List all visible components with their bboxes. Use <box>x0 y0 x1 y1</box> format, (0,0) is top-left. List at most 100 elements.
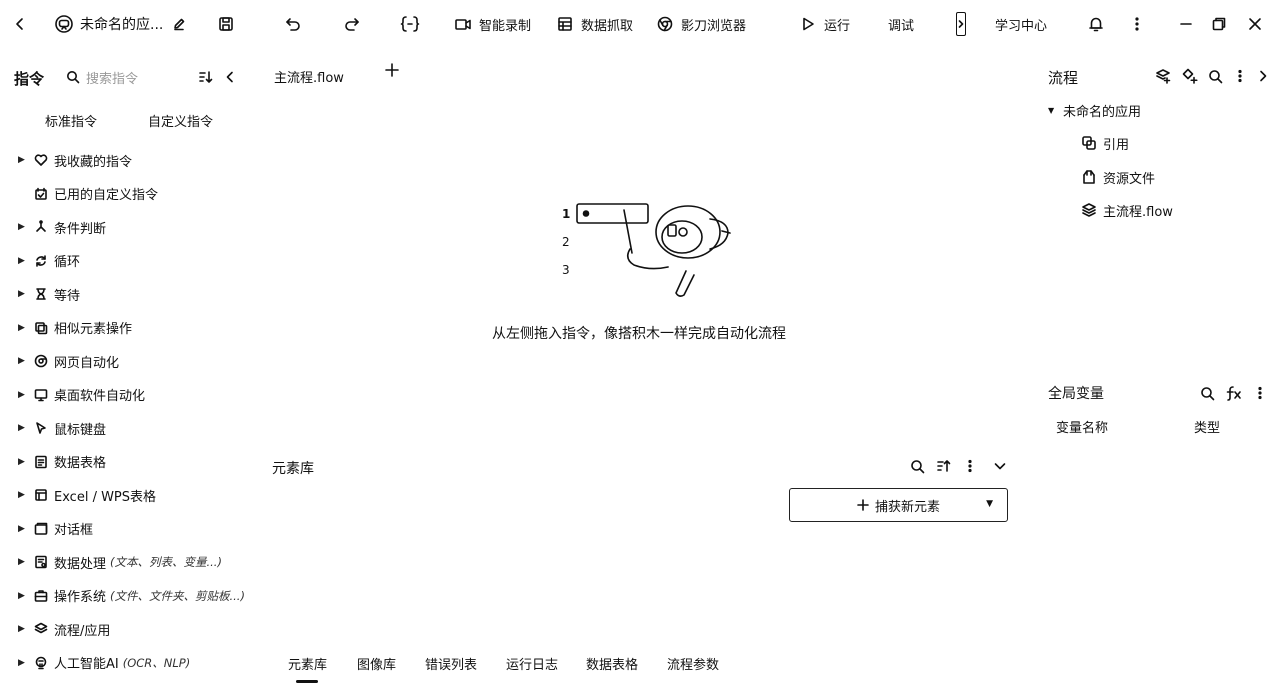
expand-caret-icon[interactable]: ▶ <box>18 256 32 266</box>
command-category-label: 对话框 <box>54 523 94 538</box>
expand-caret-icon[interactable]: ▶ <box>18 289 32 299</box>
command-category-item[interactable]: ▶ 对话框 <box>18 517 93 541</box>
command-category-item[interactable]: ▶ 网页自动化 <box>18 349 119 373</box>
element-more-button[interactable] <box>961 457 979 475</box>
table-grid-icon <box>555 14 575 34</box>
undo-button[interactable] <box>283 12 303 36</box>
tab-flow-params[interactable]: 流程参数 <box>667 654 719 673</box>
tab-error-list[interactable]: 错误列表 <box>425 654 477 673</box>
collapse-right-panel-button[interactable] <box>1254 67 1272 85</box>
command-category-label: 循环 <box>54 255 81 270</box>
expand-caret-icon[interactable]: ▶ <box>18 658 32 668</box>
command-category-item[interactable]: ▶ 数据处理 (文本、列表、变量...) <box>18 550 222 574</box>
debug-dropdown[interactable] <box>956 12 966 36</box>
expand-caret-icon[interactable]: ▶ <box>18 222 32 232</box>
tree-expand-caret[interactable]: ▼ <box>1048 106 1058 115</box>
expand-caret-icon[interactable]: ▶ <box>18 457 32 467</box>
flow-editor: 主流程.flow 1 2 3 从左侧拖入指令，像搭积木一样完成自动化流程 元素库… <box>258 56 1028 683</box>
expand-caret-icon[interactable]: ▶ <box>18 557 32 567</box>
collapse-panel-button[interactable] <box>221 68 239 86</box>
tab-data-table[interactable]: 数据表格 <box>586 654 638 673</box>
command-category-item[interactable]: ▶ 人工智能AI (OCR、NLP) <box>18 651 190 675</box>
tab-custom-commands[interactable]: 自定义指令 <box>148 111 213 130</box>
variable-button[interactable] <box>400 12 420 36</box>
flow-more-button[interactable] <box>1231 67 1249 85</box>
data-capture-button[interactable]: 数据抓取 <box>555 12 633 36</box>
sort-icon <box>198 69 214 85</box>
command-category-item[interactable]: 已用的自定义指令 <box>18 182 158 206</box>
element-search-button[interactable] <box>908 457 926 475</box>
command-category-item[interactable]: ▶ 操作系统 (文件、文件夹、剪贴板...) <box>18 584 245 608</box>
data-process-icon <box>32 553 50 571</box>
chevron-right-icon <box>1256 69 1270 83</box>
app-title: 未命名的应... <box>80 17 164 33</box>
close-window-button[interactable] <box>1245 12 1265 36</box>
command-category-label: 已用的自定义指令 <box>54 188 159 203</box>
expand-caret-icon[interactable]: ▶ <box>18 524 32 534</box>
add-variable-button[interactable] <box>1224 384 1244 402</box>
notifications-button[interactable] <box>1086 12 1106 36</box>
expand-caret-icon[interactable]: ▶ <box>18 624 32 634</box>
edit-pencil-icon[interactable] <box>169 14 189 34</box>
command-category-item[interactable]: ▶ Excel / WPS表格 <box>18 483 156 507</box>
browser-button[interactable]: 影刀浏览器 <box>655 12 746 36</box>
app-title-area[interactable]: 未命名的应... <box>54 12 189 36</box>
command-panel-title: 指令 <box>14 70 45 88</box>
caret-down-icon[interactable]: ▼ <box>986 499 993 509</box>
expand-caret-icon[interactable]: ▶ <box>18 591 32 601</box>
run-button[interactable]: 运行 <box>798 12 850 36</box>
tree-item-reference[interactable]: 引用 <box>1080 132 1129 154</box>
tab-run-log[interactable]: 运行日志 <box>506 654 558 673</box>
flow-search-button[interactable] <box>1206 67 1224 85</box>
capture-new-element-button[interactable]: 捕获新元素 ▼ <box>789 488 1008 522</box>
command-category-item[interactable]: ▶ 流程/应用 <box>18 617 110 641</box>
tree-item-resource-files[interactable]: 资源文件 <box>1080 166 1155 188</box>
sort-button[interactable] <box>197 68 215 86</box>
new-flow-button[interactable] <box>1155 67 1173 85</box>
command-search[interactable]: 搜索指令 <box>66 66 138 88</box>
collapse-bottom-panel-button[interactable] <box>991 457 1009 475</box>
command-category-item[interactable]: ▶ 鼠标键盘 <box>18 416 106 440</box>
command-search-placeholder: 搜索指令 <box>86 71 139 87</box>
expand-caret-icon[interactable]: ▶ <box>18 390 32 400</box>
variable-more-button[interactable] <box>1251 384 1269 402</box>
command-category-item[interactable]: ▶ 循环 <box>18 249 80 273</box>
tree-item-main-flow[interactable]: 主流程.flow <box>1080 199 1173 221</box>
expand-caret-icon[interactable]: ▶ <box>18 155 32 165</box>
expand-caret-icon[interactable]: ▶ <box>18 423 32 433</box>
more-menu-button[interactable] <box>1127 12 1147 36</box>
back-button[interactable] <box>10 12 30 36</box>
command-category-item[interactable]: ▶ 桌面软件自动化 <box>18 383 145 407</box>
cursor-icon <box>32 419 50 437</box>
variable-search-button[interactable] <box>1198 384 1216 402</box>
chevron-down-icon <box>993 459 1007 473</box>
expand-caret-icon[interactable]: ▶ <box>18 323 32 333</box>
tab-image-library[interactable]: 图像库 <box>357 654 396 673</box>
expand-caret-icon[interactable]: ▶ <box>18 490 32 500</box>
chevron-left-icon <box>10 14 30 34</box>
empty-flow-hint: 从左侧拖入指令，像搭积木一样完成自动化流程 <box>492 326 786 342</box>
command-category-item[interactable]: ▶ 数据表格 <box>18 450 106 474</box>
save-button[interactable] <box>216 12 236 36</box>
command-category-item[interactable]: ▶ 我收藏的指令 <box>18 148 132 172</box>
command-category-item[interactable]: ▶ 相似元素操作 <box>18 316 132 340</box>
command-category-item[interactable]: ▶ 等待 <box>18 282 80 306</box>
debug-button[interactable]: 调试 <box>888 12 914 36</box>
tab-standard-commands[interactable]: 标准指令 <box>45 111 97 130</box>
tree-app-node[interactable]: ▼ 未命名的应用 <box>1048 99 1141 121</box>
search-icon <box>1208 69 1223 84</box>
tab-element-library[interactable]: 元素库 <box>288 654 327 673</box>
element-sort-button[interactable] <box>935 457 953 475</box>
redo-button[interactable] <box>342 12 362 36</box>
tab-main-flow[interactable]: 主流程.flow <box>274 67 344 86</box>
expand-caret-icon[interactable]: ▶ <box>18 356 32 366</box>
smart-record-button[interactable]: 智能录制 <box>453 12 531 36</box>
learning-center-button[interactable]: 学习中心 <box>995 12 1047 36</box>
add-flow-button[interactable] <box>384 62 400 78</box>
minimize-button[interactable] <box>1176 12 1196 36</box>
command-category-item[interactable]: ▶ 条件判断 <box>18 215 106 239</box>
command-category-label: 等待 <box>54 288 81 304</box>
maximize-button[interactable] <box>1209 12 1229 36</box>
robot-illustration-icon <box>576 203 731 297</box>
new-component-button[interactable] <box>1181 67 1199 85</box>
